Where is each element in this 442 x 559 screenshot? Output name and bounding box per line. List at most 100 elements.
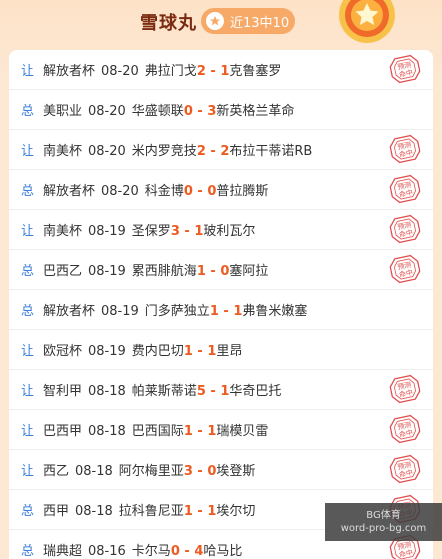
league-name: 解放者杯 [43, 184, 96, 199]
away-score: 1 [207, 504, 217, 519]
match-date: 08-18 [75, 464, 113, 479]
away-team: 玻利瓦尔 [203, 224, 256, 239]
home-team: 阿尔梅里亚 [118, 464, 184, 479]
prediction-row[interactable]: 让巴西甲 08-18 巴西国际1 - 1瑞模贝雷 预测 命中 [9, 410, 433, 450]
league-name: 巴西甲 [43, 424, 83, 439]
league-name: 解放者杯 [43, 64, 96, 79]
score-separator: - [179, 544, 195, 559]
home-score: 1 [196, 264, 206, 279]
prediction-row[interactable]: 让南美杯 08-19 圣保罗3 - 1玻利瓦尔 预测 命中 [9, 210, 433, 250]
away-score: 0 [207, 464, 217, 479]
league-name: 西乙 [43, 464, 70, 479]
match-date: 08-19 [88, 264, 126, 279]
away-score: 1 [207, 344, 217, 359]
away-team: 里昂 [216, 344, 243, 359]
home-team: 巴西国际 [131, 424, 184, 439]
home-team: 华盛顿联 [131, 104, 184, 119]
bet-type-label: 总 [21, 184, 35, 199]
league-name: 智利甲 [43, 384, 83, 399]
league-name: 瑞典超 [43, 544, 83, 559]
prediction-row[interactable]: 总巴西乙 08-19 累西腓航海1 - 0塞阿拉 预测 命中 [9, 250, 433, 290]
match-date: 08-20 [88, 144, 126, 159]
match-text: 巴西乙 08-19 累西腓航海1 - 0塞阿拉 [43, 260, 268, 279]
bet-type-label: 让 [21, 344, 35, 359]
hit-stamp-icon: 预测命中 [389, 454, 421, 484]
bet-type-label: 总 [21, 104, 35, 119]
league-name: 解放者杯 [43, 304, 96, 319]
record-text: 近13中10 [230, 15, 290, 31]
bet-type-label: 总 [21, 504, 35, 519]
record-badge: 近13中10 [201, 8, 295, 34]
league-name: 西甲 [43, 504, 70, 519]
away-score: 3 [207, 104, 217, 119]
score-separator: - [205, 144, 221, 159]
bet-type-label: 让 [21, 144, 35, 159]
home-team: 弗拉门戈 [144, 64, 197, 79]
prediction-row[interactable]: 总解放者杯 08-20 科金博0 - 0普拉腾斯 预测 命中 [9, 170, 433, 210]
bet-type-label: 总 [21, 264, 35, 279]
home-team: 圣保罗 [131, 224, 171, 239]
match-date: 08-18 [88, 384, 126, 399]
prediction-row[interactable]: 总美职业 08-20 华盛顿联0 - 3新英格兰革命 [9, 90, 433, 130]
prediction-row[interactable]: 让西乙 08-18 阿尔梅里亚3 - 0埃登斯 预测 命中 [9, 450, 433, 490]
home-team: 米内罗竞技 [131, 144, 197, 159]
match-date: 08-18 [75, 504, 113, 519]
home-score: 1 [209, 304, 219, 319]
home-score: 5 [196, 384, 206, 399]
hit-stamp-icon: 预测命中 [389, 254, 421, 284]
home-team: 帕莱斯蒂诺 [131, 384, 197, 399]
match-text: 智利甲 08-18 帕莱斯蒂诺5 - 1华奇巴托 [43, 380, 281, 399]
prediction-row[interactable]: 让欧冠杯 08-19 费内巴切1 - 1里昂 [9, 330, 433, 370]
score-separator: - [192, 344, 208, 359]
home-score: 2 [196, 144, 206, 159]
away-score: 4 [194, 544, 204, 559]
league-name: 欧冠杯 [43, 344, 83, 359]
away-score: 1 [194, 224, 204, 239]
match-date: 08-20 [88, 104, 126, 119]
prediction-row[interactable]: 让智利甲 08-18 帕莱斯蒂诺5 - 1华奇巴托 预测 命中 [9, 370, 433, 410]
away-team: 弗鲁米嫩塞 [242, 304, 308, 319]
prediction-row[interactable]: 总解放者杯 08-19 门多萨独立1 - 1弗鲁米嫩塞 [9, 290, 433, 330]
home-team: 费内巴切 [131, 344, 184, 359]
home-score: 2 [196, 64, 206, 79]
bet-type-label: 总 [21, 304, 35, 319]
watermark-line2: word-pro-bg.com [340, 523, 427, 534]
match-date: 08-20 [101, 64, 139, 79]
away-score: 1 [207, 424, 217, 439]
away-team: 华奇巴托 [229, 384, 282, 399]
watermark: BG体育 word-pro-bg.com [325, 503, 442, 541]
score-separator: - [205, 264, 221, 279]
match-text: 南美杯 08-19 圣保罗3 - 1玻利瓦尔 [43, 220, 255, 239]
expert-name[interactable]: 雪球丸 [140, 9, 197, 35]
match-text: 解放者杯 08-19 门多萨独立1 - 1弗鲁米嫩塞 [43, 300, 307, 319]
away-score: 1 [220, 64, 230, 79]
home-team: 科金博 [144, 184, 184, 199]
match-text: 解放者杯 08-20 科金博0 - 0普拉腾斯 [43, 180, 268, 199]
prediction-row[interactable]: 让解放者杯 08-20 弗拉门戈2 - 1克鲁塞罗 预测 命中 [9, 50, 433, 90]
home-team: 卡尔马 [131, 544, 171, 559]
bet-type-label: 让 [21, 384, 35, 399]
away-score: 1 [233, 304, 243, 319]
score-separator: - [192, 424, 208, 439]
away-score: 1 [220, 384, 230, 399]
home-score: 3 [170, 224, 180, 239]
match-date: 08-18 [88, 424, 126, 439]
league-name: 南美杯 [43, 224, 83, 239]
match-text: 南美杯 08-20 米内罗竞技2 - 2布拉干蒂诺RB [43, 140, 312, 159]
score-separator: - [192, 184, 208, 199]
away-team: 布拉干蒂诺RB [229, 144, 313, 159]
score-separator: - [192, 464, 208, 479]
home-team: 拉科鲁尼亚 [118, 504, 184, 519]
away-score: 0 [220, 264, 230, 279]
header: 雪球丸 近13中10 [0, 0, 442, 46]
hit-stamp-icon: 预测命中 [389, 174, 421, 204]
bet-type-label: 让 [21, 464, 35, 479]
home-team: 门多萨独立 [144, 304, 210, 319]
prediction-row[interactable]: 让南美杯 08-20 米内罗竞技2 - 2布拉干蒂诺RB 预测 命中 [9, 130, 433, 170]
away-team: 普拉腾斯 [216, 184, 269, 199]
score-separator: - [218, 304, 234, 319]
away-score: 0 [207, 184, 217, 199]
hit-stamp-icon: 预测命中 [389, 414, 421, 444]
home-score: 1 [183, 424, 193, 439]
away-team: 克鲁塞罗 [229, 64, 282, 79]
